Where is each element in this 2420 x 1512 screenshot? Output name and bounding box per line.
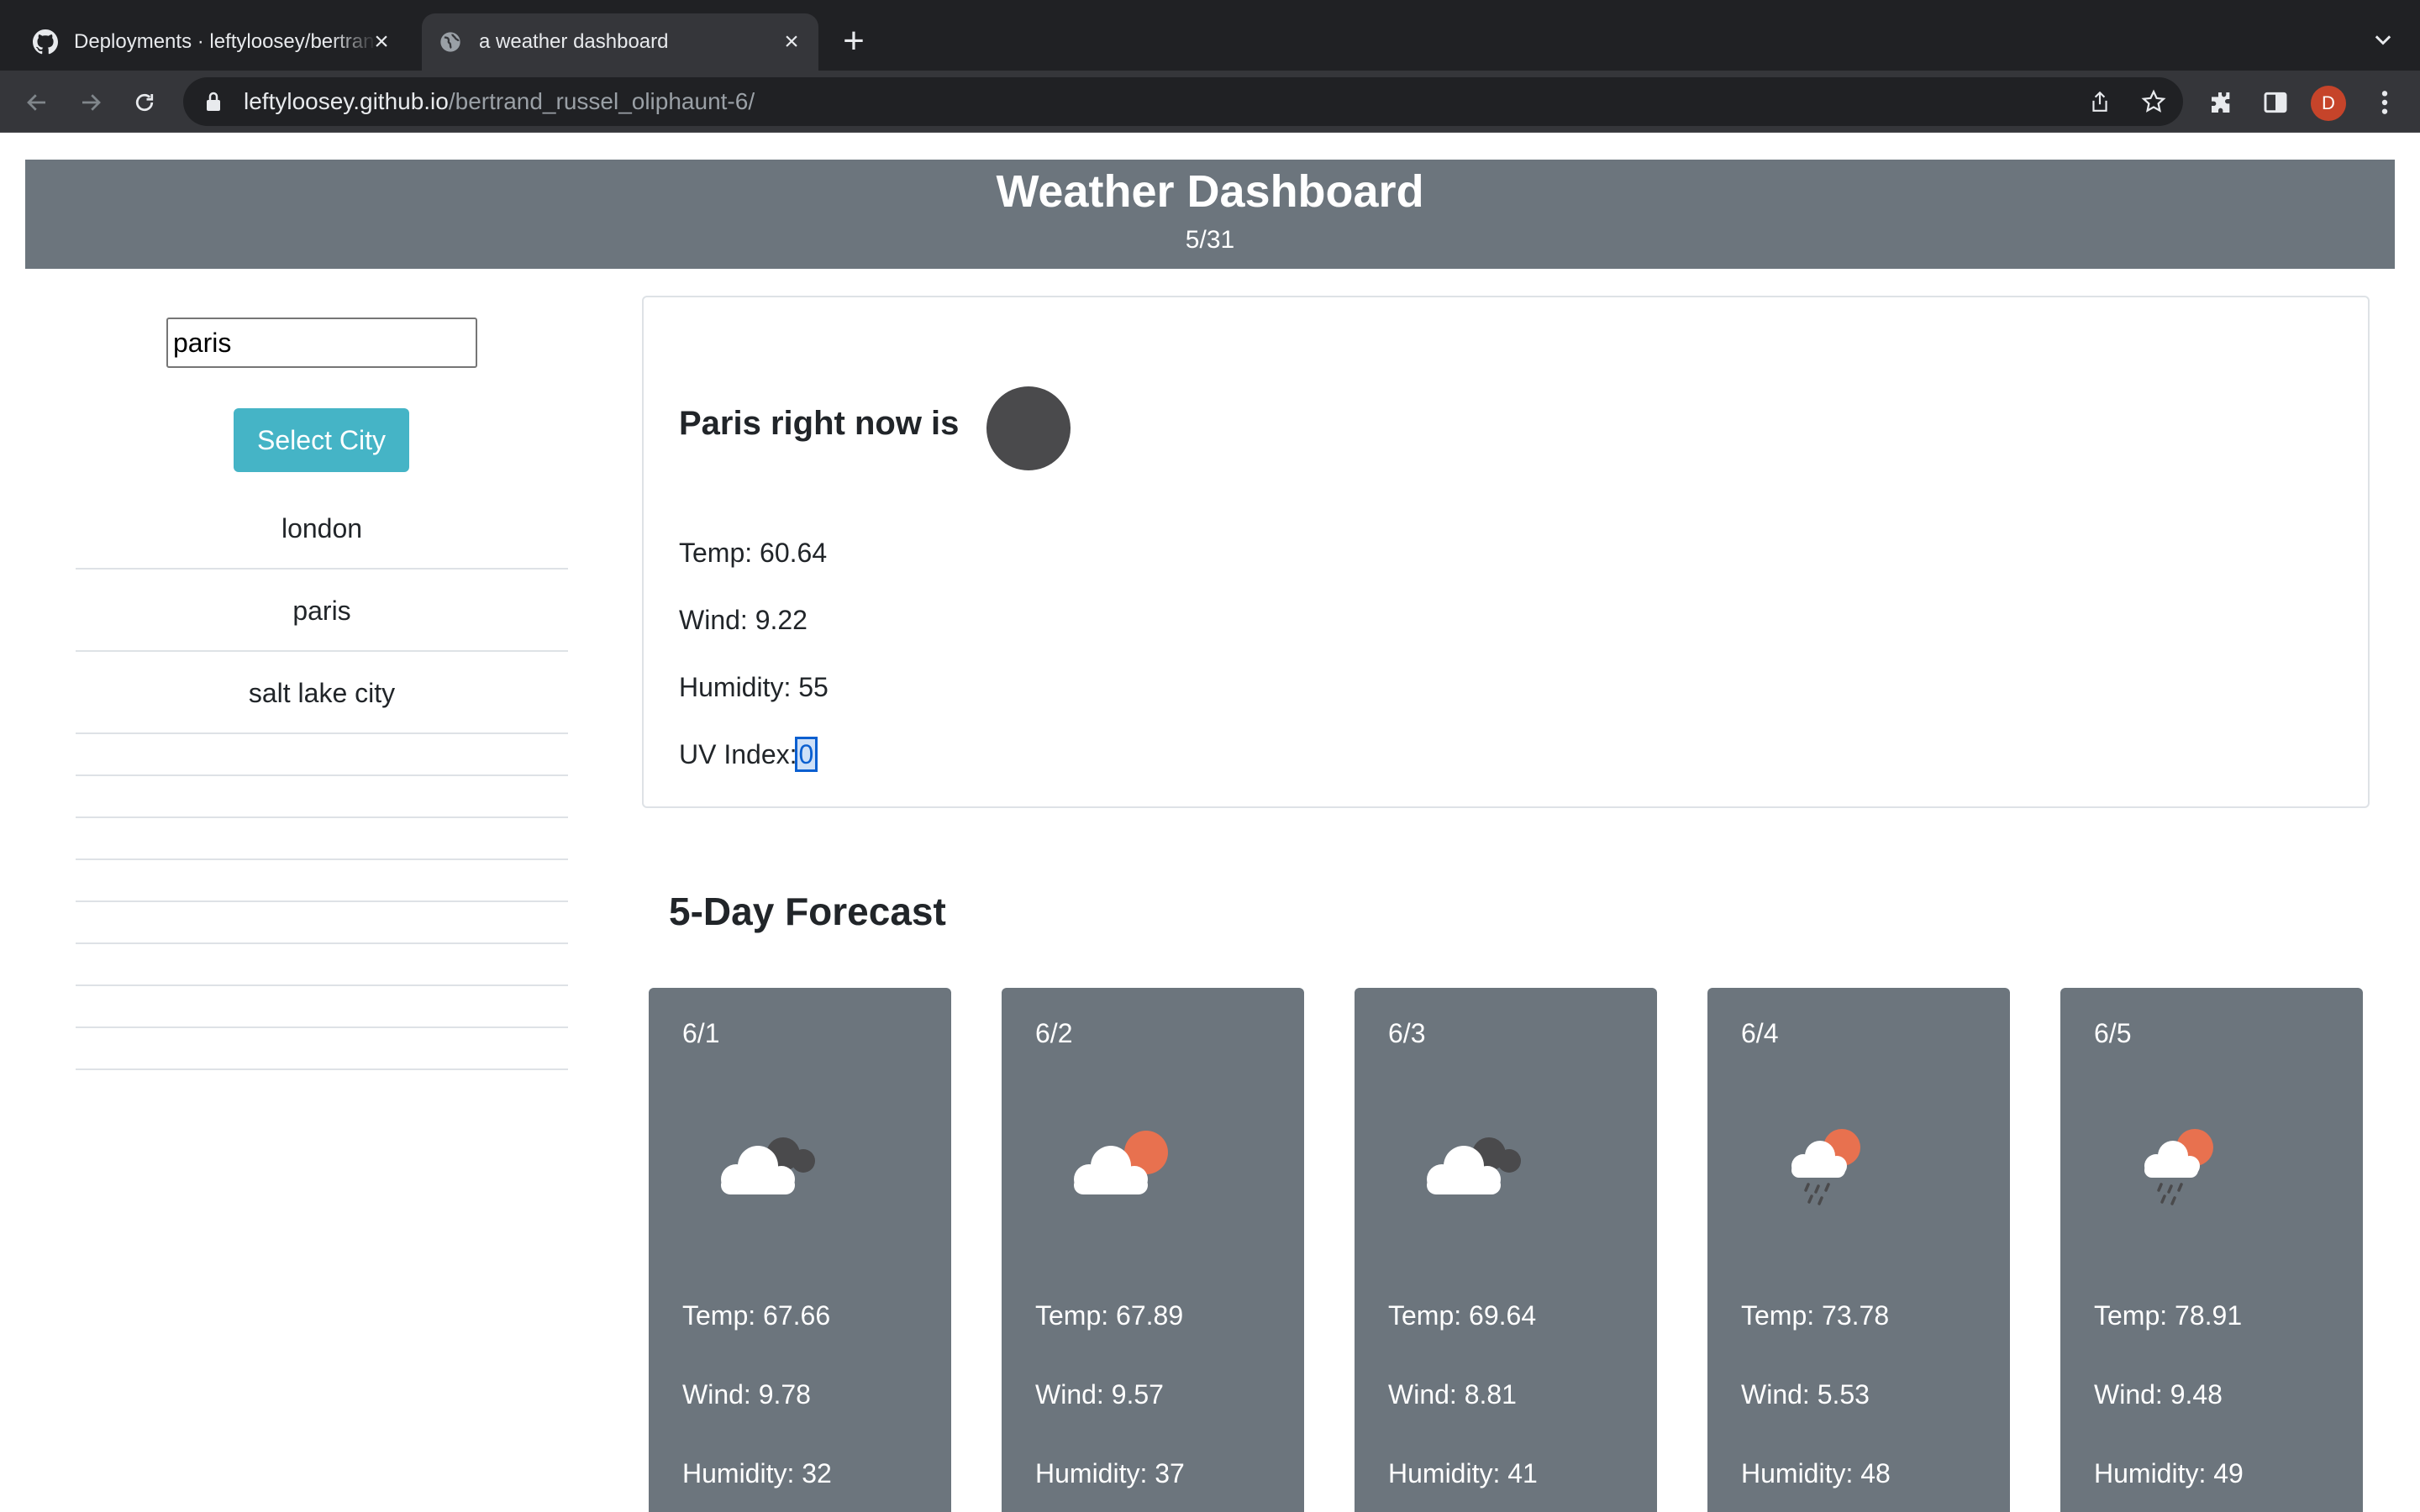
- url-path: /bertrand_russel_oliphaunt-6/: [448, 88, 755, 114]
- forecast-humidity: Humidity: 49: [2094, 1458, 2244, 1488]
- browser-toolbar: leftyloosey.github.io/bertrand_russel_ol…: [0, 71, 2420, 133]
- search-history-list: london paris salt lake city: [76, 487, 568, 1070]
- forecast-card: 6/3 Temp: 69.64 Wind: 8.81 Humidity: 41: [1355, 988, 1657, 1512]
- forecast-wind: Wind: 9.57: [1035, 1379, 1164, 1410]
- forecast-humidity: Humidity: 48: [1741, 1458, 1891, 1488]
- current-weather-icon: [986, 386, 1071, 470]
- forecast-wind: Wind: 9.48: [2094, 1379, 2223, 1410]
- history-item-empty[interactable]: [76, 860, 568, 902]
- forecast-wind: Wind: 8.81: [1388, 1379, 1517, 1410]
- close-tab-icon[interactable]: ×: [780, 29, 803, 55]
- current-temp: Temp: 60.64: [679, 538, 828, 568]
- forecast-title: 5-Day Forecast: [669, 890, 946, 933]
- current-date: 5/31: [1185, 226, 1235, 254]
- forecast-card: 6/2 Temp: 67.89 Wind: 9.57 Humidity: 37: [1002, 988, 1304, 1512]
- tab-title: Deployments · leftyloosey/bertrand_russe…: [74, 30, 376, 53]
- forecast-wind: Wind: 5.53: [1741, 1379, 1870, 1410]
- close-tab-icon[interactable]: ×: [370, 29, 393, 55]
- forecast-temp: Temp: 78.91: [2094, 1300, 2243, 1331]
- page-title: Weather Dashboard: [996, 166, 1424, 217]
- forecast-humidity: Humidity: 41: [1388, 1458, 1538, 1488]
- profile-avatar[interactable]: D: [2311, 86, 2346, 121]
- history-item-empty[interactable]: [76, 818, 568, 860]
- broken-clouds-icon: [721, 1137, 815, 1194]
- forecast-humidity: Humidity: 32: [682, 1458, 832, 1488]
- browser-tab-weather[interactable]: a weather dashboard ×: [422, 13, 818, 71]
- forecast-card: 6/5 Temp: 78.91 Wind: 9.48 Humidity: 49: [2060, 988, 2363, 1512]
- uv-index-label: UV Index:: [679, 739, 797, 769]
- lock-icon[interactable]: [205, 91, 227, 113]
- url-host: leftyloosey.github.io: [244, 88, 449, 114]
- globe-icon: [437, 29, 464, 55]
- back-icon[interactable]: [18, 84, 55, 121]
- forecast-date: 6/1: [682, 1018, 720, 1048]
- forecast-wind: Wind: 9.78: [682, 1379, 811, 1410]
- new-tab-icon[interactable]: +: [837, 23, 871, 60]
- history-item-paris[interactable]: paris: [76, 570, 568, 652]
- rain-sun-icon: [1791, 1129, 1860, 1205]
- current-uv-index: UV Index:0: [679, 737, 818, 772]
- few-clouds-icon: [1074, 1131, 1168, 1194]
- forward-icon[interactable]: [72, 84, 109, 121]
- address-bar[interactable]: leftyloosey.github.io/bertrand_russel_ol…: [183, 77, 2183, 126]
- tab-title: a weather dashboard: [479, 30, 669, 53]
- forecast-date: 6/3: [1388, 1018, 1426, 1048]
- browser-tab-bar: Deployments · leftyloosey/bertrand_russe…: [0, 0, 2420, 71]
- history-item-london[interactable]: london: [76, 487, 568, 570]
- reload-icon[interactable]: [126, 84, 163, 121]
- history-item-empty[interactable]: [76, 944, 568, 986]
- history-item-empty[interactable]: [76, 734, 568, 776]
- forecast-date: 6/2: [1035, 1018, 1073, 1048]
- history-item-empty[interactable]: [76, 902, 568, 944]
- browser-tab-deployments[interactable]: Deployments · leftyloosey/bertrand_russe…: [13, 13, 408, 71]
- extensions-puzzle-icon[interactable]: [2205, 86, 2238, 119]
- bookmark-star-icon[interactable]: [2139, 87, 2168, 116]
- broken-clouds-icon: [1427, 1137, 1521, 1194]
- rain-sun-icon: [2144, 1129, 2213, 1205]
- history-item-empty[interactable]: [76, 776, 568, 818]
- current-weather-card: Paris right now is Temp: 60.64 Wind: 9.2…: [642, 296, 2370, 808]
- page-viewport: Weather Dashboard 5/31 Select City londo…: [0, 133, 2420, 1512]
- history-item-empty[interactable]: [76, 986, 568, 1028]
- city-search-input[interactable]: [166, 318, 477, 368]
- select-city-button[interactable]: Select City: [234, 408, 409, 472]
- history-item-salt-lake-city[interactable]: salt lake city: [76, 652, 568, 734]
- forecast-date: 6/5: [2094, 1018, 2132, 1048]
- forecast-date: 6/4: [1741, 1018, 1779, 1048]
- forecast-temp: Temp: 73.78: [1741, 1300, 1890, 1331]
- current-wind: Wind: 9.22: [679, 605, 808, 635]
- current-weather-heading: Paris right now is: [679, 405, 960, 442]
- side-panel-icon[interactable]: [2259, 86, 2292, 119]
- forecast-card: 6/1 Temp: 67.66 Wind: 9.78 Humidity: 32: [649, 988, 951, 1512]
- page-header: Weather Dashboard 5/31: [25, 160, 2395, 269]
- forecast-card: 6/4 Temp: 73.78 Wind: 5.53 Humidity: 48: [1707, 988, 2010, 1512]
- forecast-temp: Temp: 67.66: [682, 1300, 831, 1331]
- forecast-humidity: Humidity: 37: [1035, 1458, 1185, 1488]
- forecast-temp: Temp: 67.89: [1035, 1300, 1184, 1331]
- share-icon[interactable]: [2086, 87, 2114, 116]
- chevron-down-icon[interactable]: [2371, 29, 2395, 52]
- forecast-temp: Temp: 69.64: [1388, 1300, 1537, 1331]
- github-icon: [32, 29, 59, 55]
- more-menu-icon[interactable]: [2368, 86, 2402, 119]
- uv-index-value: 0: [794, 737, 818, 772]
- current-humidity: Humidity: 55: [679, 672, 829, 702]
- history-item-empty[interactable]: [76, 1028, 568, 1070]
